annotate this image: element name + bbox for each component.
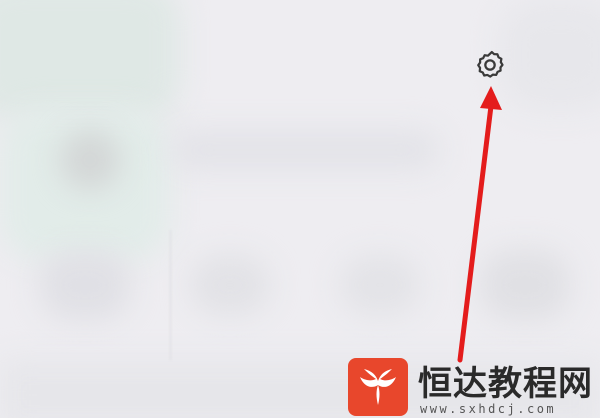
blurred-shortcut-2 xyxy=(190,255,270,315)
gear-icon xyxy=(477,50,504,78)
blurred-shortcut-3 xyxy=(340,255,420,315)
blurred-shortcut-4 xyxy=(480,250,570,320)
watermark: 恒达教程网 www.sxhdcj.com xyxy=(414,358,600,418)
blurred-shortcut-1 xyxy=(40,250,130,320)
watermark-logo xyxy=(348,358,408,416)
blurred-avatar xyxy=(60,130,120,190)
settings-button[interactable] xyxy=(470,45,510,85)
blurred-username-bar xyxy=(170,130,440,170)
watermark-title: 恒达教程网 xyxy=(418,364,593,404)
watermark-url: www.sxhdcj.com xyxy=(420,402,557,416)
whale-tail-icon xyxy=(360,369,396,405)
